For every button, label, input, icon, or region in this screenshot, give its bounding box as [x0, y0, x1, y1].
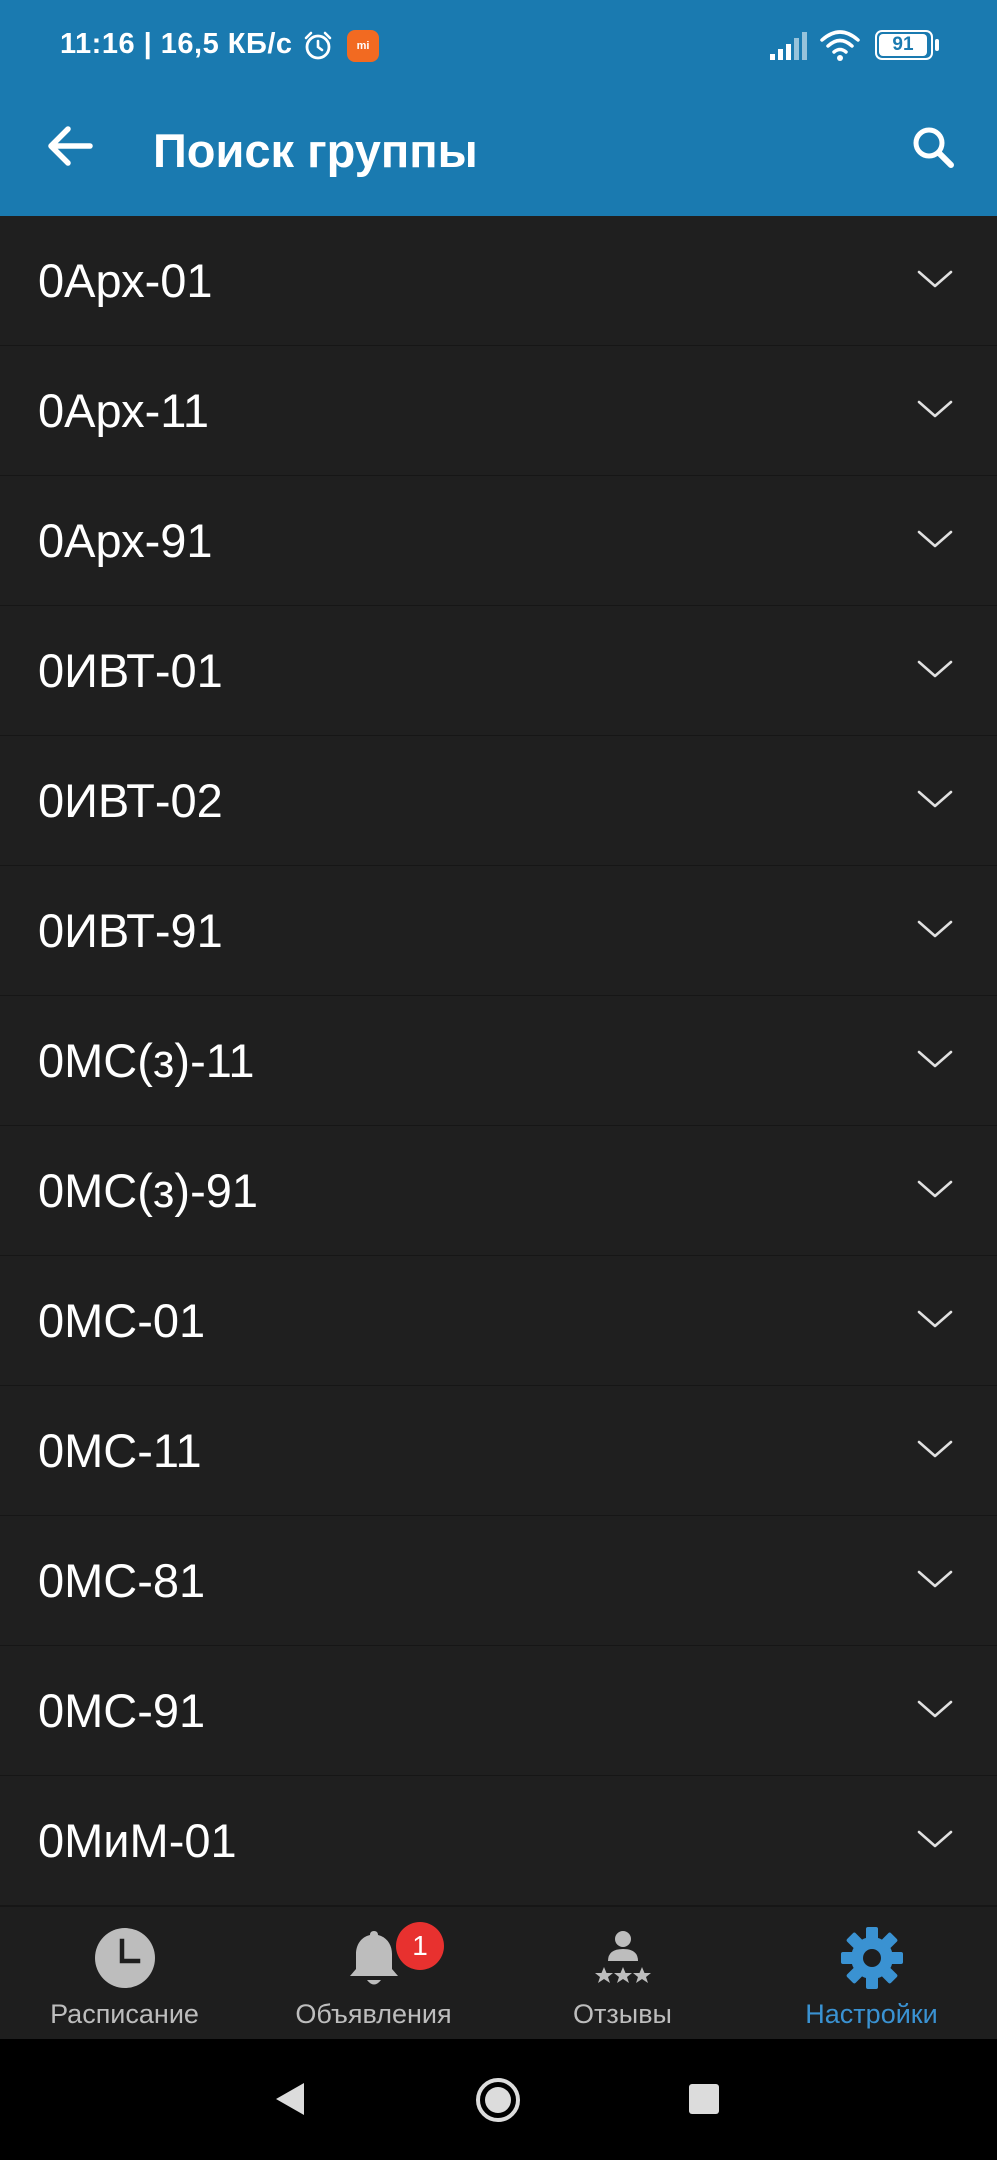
bottom-navigation: Расписание 1 Объявления Отзывы Настройки	[0, 1906, 997, 2040]
nav-schedule[interactable]: Расписание	[0, 1907, 249, 2040]
battery-level: 91	[892, 34, 914, 55]
app-bar: Поиск группы	[0, 92, 997, 216]
list-item[interactable]: 0ИВТ-01	[0, 606, 997, 736]
group-label: 0ИВТ-91	[38, 904, 223, 957]
group-label: 0ИВТ-02	[38, 774, 223, 827]
reviews-icon	[595, 1931, 651, 1983]
bell-icon	[350, 1931, 398, 1985]
chevron-down-icon	[917, 790, 953, 808]
list-item[interactable]: 0ИВТ-02	[0, 736, 997, 866]
list-item[interactable]: 0ИВТ-91	[0, 866, 997, 996]
system-recents-button[interactable]	[688, 2083, 720, 2115]
circle-home-icon	[476, 2078, 520, 2122]
group-label: 0МС(з)-91	[38, 1164, 259, 1217]
list-item[interactable]: 0Арх-01	[0, 216, 997, 346]
group-label: 0Арх-01	[38, 254, 213, 307]
system-home-button[interactable]	[474, 2076, 522, 2124]
page-title: Поиск группы	[153, 124, 478, 177]
list-item[interactable]: 0Арх-11	[0, 346, 997, 476]
list-item[interactable]: 0МиМ-01	[0, 1776, 997, 1906]
group-list: 0Арх-01 0Арх-11 0Арх-91 0ИВТ-01 0ИВТ-02 …	[0, 216, 997, 1906]
group-label: 0МС-81	[38, 1554, 206, 1607]
group-label: 0МиМ-01	[38, 1814, 237, 1867]
back-button[interactable]	[38, 114, 102, 178]
group-label: 0МС-91	[38, 1684, 206, 1737]
list-item[interactable]: 0МС-81	[0, 1516, 997, 1646]
chevron-down-icon	[917, 1310, 953, 1328]
system-back-button[interactable]	[272, 2079, 312, 2119]
group-label: 0Арх-11	[38, 384, 210, 437]
list-item[interactable]: 0МС(з)-11	[0, 996, 997, 1126]
list-item[interactable]: 0Арх-91	[0, 476, 997, 606]
system-navigation-bar	[0, 2039, 997, 2160]
chevron-down-icon	[917, 1570, 953, 1588]
chevron-down-icon	[917, 1180, 953, 1198]
search-icon	[913, 127, 954, 168]
triangle-back-icon	[276, 2083, 304, 2115]
chevron-down-icon	[917, 270, 953, 288]
gear-icon	[841, 1927, 903, 1989]
chevron-down-icon	[917, 1700, 953, 1718]
list-item[interactable]: 0МС-11	[0, 1386, 997, 1516]
mi-badge-text: mi	[356, 40, 370, 52]
wifi-icon	[819, 28, 861, 67]
chevron-down-icon	[917, 1830, 953, 1848]
status-bar: 11:16 | 16,5 КБ/с mi 91	[0, 0, 997, 92]
chevron-down-icon	[917, 1440, 953, 1458]
group-label: 0МС(з)-11	[38, 1034, 255, 1087]
signal-icon	[768, 30, 808, 67]
list-item[interactable]: 0МС-01	[0, 1256, 997, 1386]
mi-app-icon: mi	[347, 30, 379, 62]
nav-settings[interactable]: Настройки	[747, 1907, 996, 2040]
group-label: 0Арх-91	[38, 514, 213, 567]
notification-badge: 1	[396, 1922, 444, 1970]
nav-schedule-label: Расписание	[50, 1999, 199, 2029]
chevron-down-icon	[917, 1050, 953, 1068]
square-recents-icon	[689, 2084, 719, 2114]
list-item[interactable]: 0МС-91	[0, 1646, 997, 1776]
nav-announcements[interactable]: 1 Объявления	[249, 1907, 498, 2040]
list-item[interactable]: 0МС(з)-91	[0, 1126, 997, 1256]
group-label: 0МС-11	[38, 1424, 202, 1477]
chevron-down-icon	[917, 660, 953, 678]
clock-icon	[95, 1928, 155, 1988]
status-time: 11:16 | 16,5 КБ/с	[60, 28, 293, 60]
battery-icon: 91	[875, 30, 939, 60]
chevron-down-icon	[917, 400, 953, 418]
group-label: 0ИВТ-01	[38, 644, 223, 697]
arrow-left-icon	[48, 126, 93, 166]
nav-announcements-label: Объявления	[295, 1999, 452, 2029]
alarm-icon	[302, 30, 334, 67]
nav-reviews-label: Отзывы	[573, 1999, 672, 2029]
nav-settings-label: Настройки	[805, 1999, 938, 2029]
group-label: 0МС-01	[38, 1294, 206, 1347]
nav-reviews[interactable]: Отзывы	[498, 1907, 747, 2040]
chevron-down-icon	[917, 530, 953, 548]
search-button[interactable]	[900, 114, 970, 184]
chevron-down-icon	[917, 920, 953, 938]
